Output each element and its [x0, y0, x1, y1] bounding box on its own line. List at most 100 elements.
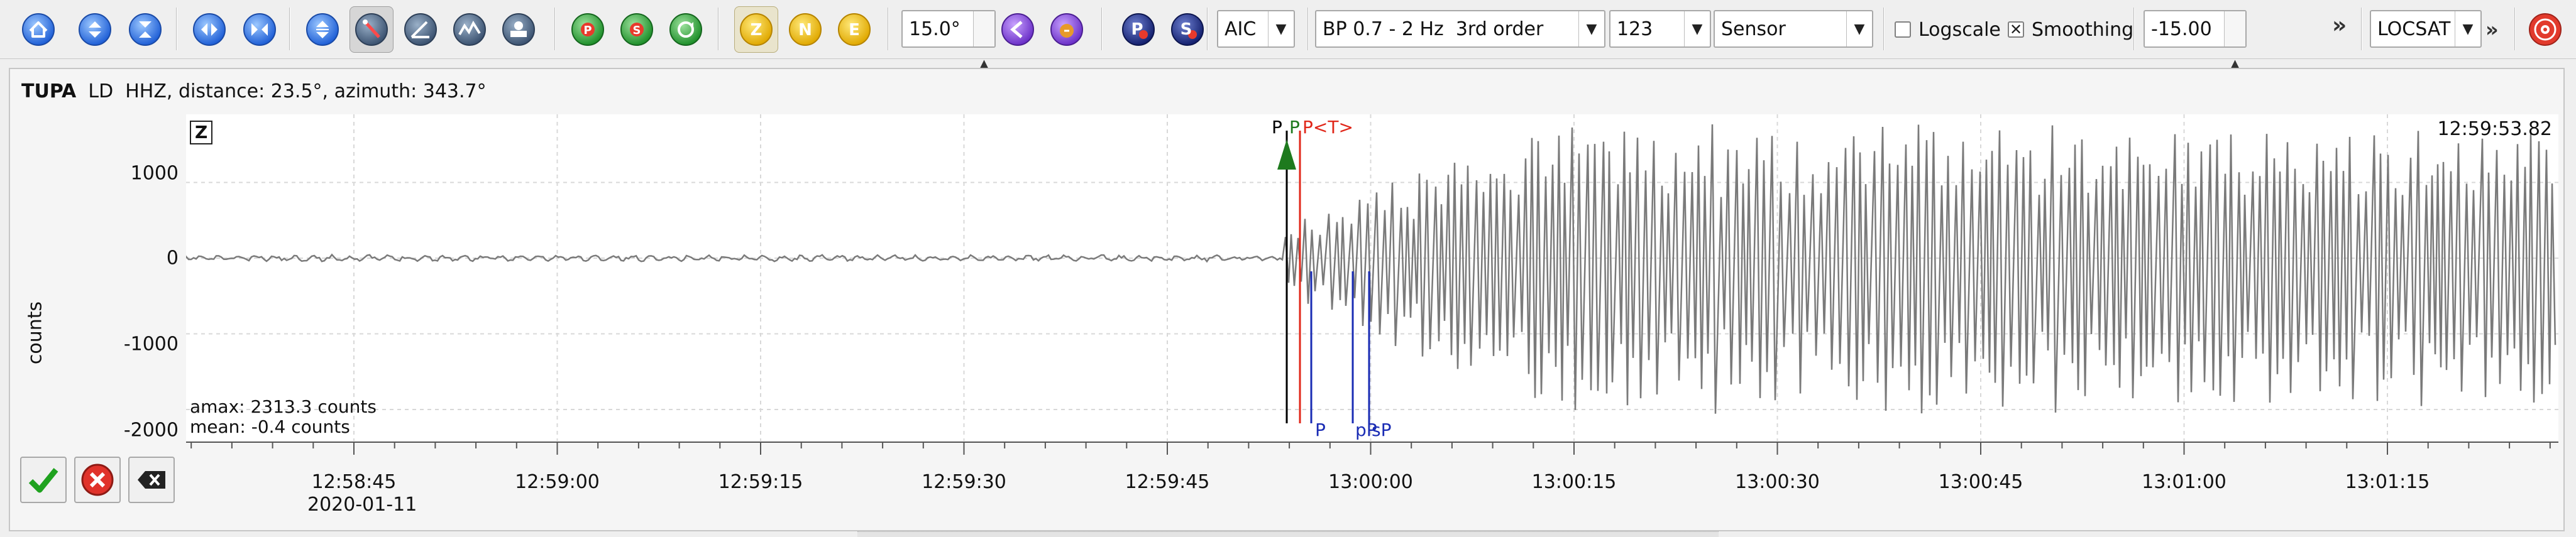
time-axis: 12:58:45 12:59:00 12:59:15 12:59:30 12:59:45…: [186, 441, 2558, 529]
y-tick-label: -2000: [123, 419, 179, 442]
scroll-left-icon: [193, 13, 226, 46]
svg-text:P: P: [583, 24, 592, 37]
checkmark-icon: [28, 468, 58, 493]
smoothing-label: Smoothing: [2032, 18, 2134, 41]
distance-value: 15.0°: [909, 18, 960, 40]
svg-text:P: P: [1131, 20, 1143, 39]
time-tick-label: 13:00:15: [1531, 471, 1617, 493]
pick-arrow-icon: [1277, 139, 1296, 170]
rotate-icon: [502, 13, 535, 46]
accept-button[interactable]: [20, 457, 67, 503]
svg-text:S: S: [633, 24, 641, 37]
chevron-down-icon[interactable]: ▼: [2455, 11, 2480, 46]
offset-spinbox[interactable]: -15.00 ▲ ▼: [2144, 10, 2247, 133]
zoom-collapse-button[interactable]: [123, 6, 167, 53]
seismogram-svg: P P P<T>P pPsP: [186, 114, 2558, 441]
theoretical-pick-label: sP: [1372, 420, 1391, 440]
toolbar-overflow-button-2[interactable]: »: [2485, 18, 2499, 64]
svg-text:N: N: [798, 21, 812, 40]
time-tick-label: 13:00:00: [1328, 471, 1413, 493]
phase-s-button[interactable]: S: [615, 6, 659, 53]
zoom-horizontal-icon: [243, 13, 276, 46]
time-tick-label: 12:59:30: [922, 471, 1006, 493]
component-e-button[interactable]: E: [832, 6, 876, 53]
pick-p-button[interactable]: P: [1116, 6, 1160, 53]
pick-label: P: [1272, 117, 1282, 138]
phase-rotate-button[interactable]: [664, 6, 708, 53]
zoom-horizontal-button[interactable]: [238, 6, 282, 53]
stop-button[interactable]: [2523, 6, 2567, 53]
locator-value: LOCSAT: [2377, 18, 2451, 40]
autopick-method-combo[interactable]: AIC ▼: [1217, 10, 1295, 48]
chevron-down-icon[interactable]: ▼: [1684, 11, 1710, 46]
overflow-icon: »: [2485, 18, 2499, 41]
spectrogram-icon: [453, 13, 486, 46]
angle-tool-button[interactable]: [399, 6, 443, 53]
scroll-left-button[interactable]: [187, 6, 231, 53]
reject-icon: [81, 464, 114, 496]
component-z-button[interactable]: Z: [734, 6, 778, 53]
zoom-vertical-icon: [306, 13, 339, 46]
component-label: Z: [190, 121, 213, 144]
time-cursor-readout: 12:59:53.82: [2437, 118, 2552, 140]
y-axis-ticks: 1000 0 -1000 -2000: [104, 114, 179, 441]
chevron-down-icon[interactable]: ▼: [1578, 11, 1604, 46]
reject-button[interactable]: [74, 457, 121, 503]
smoothing-box[interactable]: ✕: [2008, 21, 2024, 38]
channel-info: LD HHZ, distance: 23.5°, azimuth: 343.7°: [88, 80, 487, 102]
filter-combo[interactable]: BP 0.7 - 2 Hz 3rd order ▼: [1315, 10, 1605, 48]
toolbar-overflow-button[interactable]: »: [2332, 13, 2347, 59]
angle-tool-icon: [404, 13, 437, 46]
chevron-down-icon[interactable]: ▼: [1846, 11, 1872, 46]
unit-combo[interactable]: Sensor ▼: [1714, 10, 1873, 48]
home-icon: [22, 13, 55, 46]
pick-tool-icon: [355, 13, 388, 46]
logscale-box[interactable]: [1895, 21, 1911, 38]
scroll-up-button[interactable]: [73, 6, 117, 53]
logscale-checkbox[interactable]: Logscale: [1895, 6, 2001, 53]
component-n-button[interactable]: N: [783, 6, 827, 53]
spectrogram-button[interactable]: [448, 6, 492, 53]
pick-s-icon: S: [1171, 13, 1204, 46]
time-tick-label: 13:01:00: [2142, 471, 2226, 493]
time-axis-ticks: [186, 442, 2558, 455]
velocity-button[interactable]: [1045, 6, 1089, 53]
toolbar: P S Z N E 15.0° ▲ P S AIC ▼ BP 0.7 - 2 H…: [0, 0, 2576, 133]
locator-combo[interactable]: LOCSAT ▼: [2370, 10, 2482, 48]
svg-text:Z: Z: [751, 21, 762, 40]
pick-tool-button[interactable]: [350, 6, 394, 53]
distance-spinbox[interactable]: 15.0° ▲ ▼: [901, 10, 996, 133]
phase-s-icon: S: [620, 13, 653, 46]
svg-text:S: S: [1181, 20, 1192, 39]
seismogram-canvas[interactable]: P P P<T> PpP sP Z amax: 2313.3 counts mean: …: [186, 114, 2558, 441]
rotate-button[interactable]: [497, 6, 541, 53]
y-axis-label: counts: [24, 301, 47, 365]
phase-p-button[interactable]: P: [566, 6, 610, 53]
trace-stats: amax: 2313.3 counts mean: -0.4 counts: [190, 397, 377, 437]
phase-p-icon: P: [571, 13, 604, 46]
offset-spin-arrows[interactable]: ▲ ▼: [2224, 11, 2245, 133]
station-header: TUPA LD HHZ, distance: 23.5°, azimuth: 3…: [21, 80, 487, 102]
pick-s-button[interactable]: S: [1165, 6, 1209, 53]
date-label: 2020-01-11: [307, 494, 417, 516]
component-n-icon: N: [789, 13, 822, 46]
phase-rotate-icon: [669, 13, 702, 46]
offset-value: -15.00: [2151, 18, 2212, 40]
time-tick-label: 12:59:00: [515, 471, 600, 493]
pick-theoretical-button[interactable]: [996, 6, 1040, 53]
zoom-vertical-button[interactable]: [300, 6, 344, 53]
svg-text:E: E: [849, 21, 860, 40]
home-button[interactable]: [16, 6, 60, 53]
time-tick-label: 13:00:45: [1938, 471, 2023, 493]
component-combo[interactable]: 123 ▼: [1609, 10, 1711, 48]
target-icon: [2529, 13, 2562, 46]
time-tick-label: 12:58:45: [311, 471, 397, 493]
trace-panel: TUPA LD HHZ, distance: 23.5°, azimuth: 3…: [9, 68, 2565, 531]
smoothing-checkbox[interactable]: ✕ Smoothing: [2008, 6, 2133, 53]
theoretical-pick-label: P: [1315, 420, 1326, 440]
component-z-icon: Z: [740, 13, 773, 46]
overflow-icon: »: [2332, 13, 2347, 38]
distance-spin-arrows[interactable]: ▲ ▼: [973, 11, 994, 133]
chevron-down-icon[interactable]: ▼: [1268, 11, 1294, 46]
clear-button[interactable]: [128, 457, 175, 503]
